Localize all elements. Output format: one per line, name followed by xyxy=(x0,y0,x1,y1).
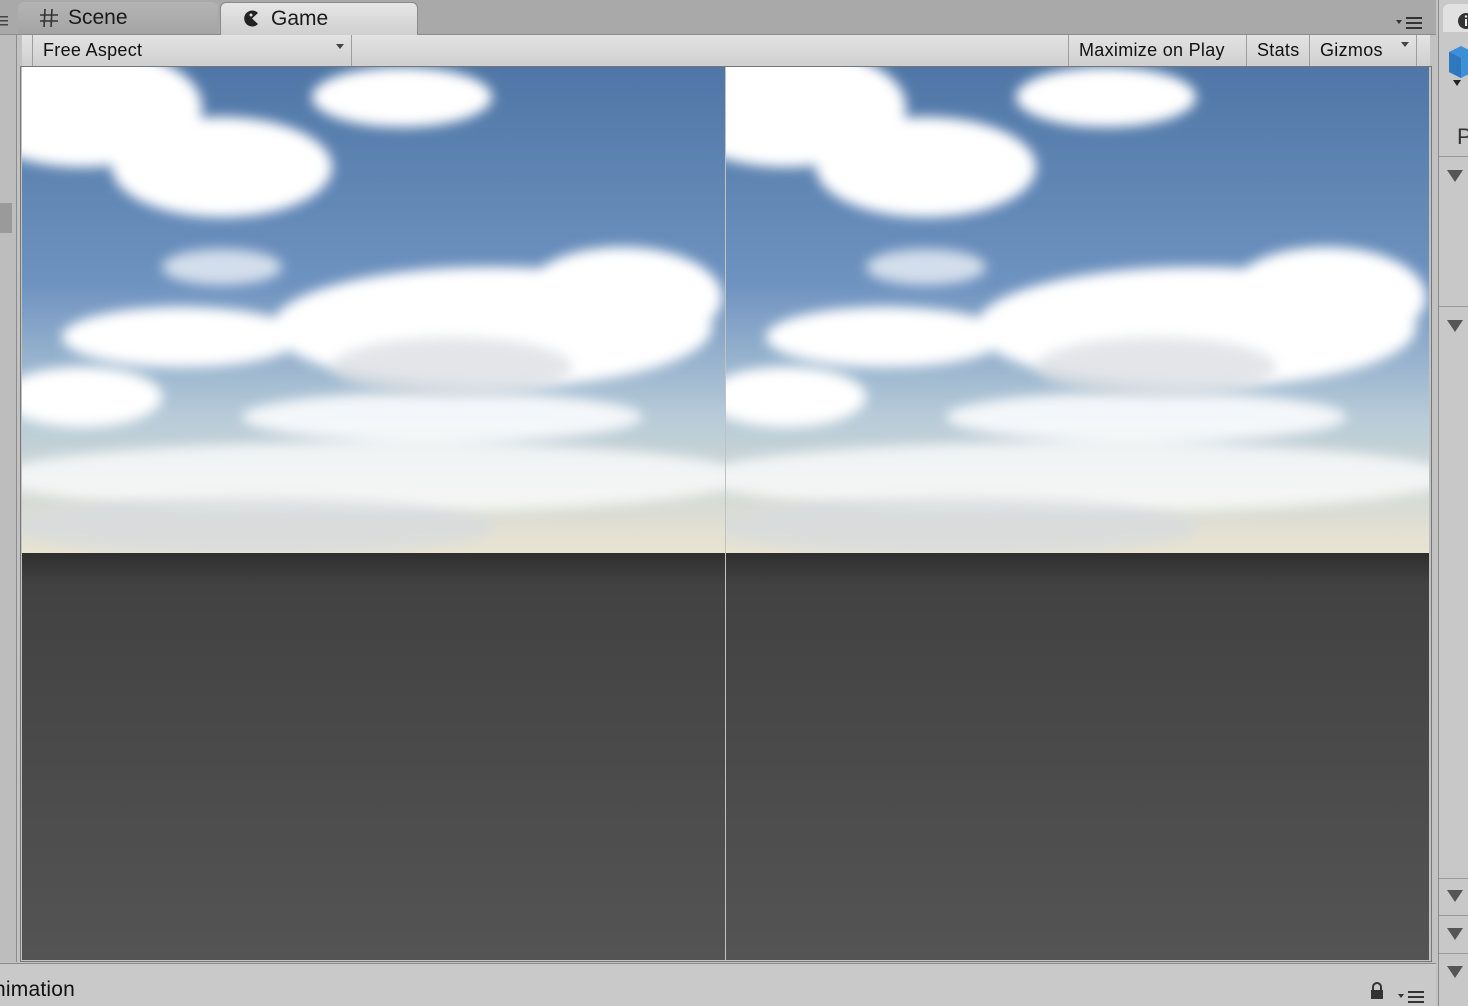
inspector-panel-edge: P xyxy=(1438,0,1468,1006)
maximize-on-play-toggle[interactable]: Maximize on Play xyxy=(1068,35,1246,66)
tab-bar: Scene Game xyxy=(0,0,1436,35)
dropdown-arrow-icon[interactable] xyxy=(1400,41,1410,49)
panel-menu-icon[interactable] xyxy=(1396,988,1428,1004)
info-icon xyxy=(1458,13,1468,29)
prefab-cube-icon xyxy=(1449,46,1468,86)
maximize-on-play-label: Maximize on Play xyxy=(1079,40,1225,60)
divider xyxy=(1439,878,1468,879)
stats-label: Stats xyxy=(1257,40,1300,60)
game-viewport-right-eye[interactable] xyxy=(726,67,1429,960)
unity-editor-window: Scene Game Free Aspect Maximize on Play … xyxy=(0,0,1468,1006)
dropdown-arrow-icon xyxy=(336,44,344,49)
divider xyxy=(1439,953,1468,954)
grid-hash-icon xyxy=(40,8,58,28)
foldout-arrow-icon[interactable] xyxy=(1446,888,1464,904)
tab-game[interactable]: Game xyxy=(220,2,418,35)
divider xyxy=(1439,306,1468,307)
stats-toggle[interactable]: Stats xyxy=(1246,35,1309,66)
left-scrollbar-thumb[interactable] xyxy=(0,203,12,233)
game-viewport-left-eye[interactable] xyxy=(22,67,725,960)
foldout-arrow-icon[interactable] xyxy=(1446,964,1464,980)
foldout-arrow-icon[interactable] xyxy=(1446,318,1464,334)
gizmos-label: Gizmos xyxy=(1320,40,1383,60)
skybox-render xyxy=(726,67,1429,960)
game-view-toolbar: Free Aspect Maximize on Play Stats Gizmo… xyxy=(22,35,1430,67)
lock-icon[interactable] xyxy=(1370,982,1384,1000)
foldout-arrow-icon[interactable] xyxy=(1446,168,1464,184)
animation-panel-title: nimation xyxy=(0,978,75,1001)
divider xyxy=(1439,156,1468,157)
pacman-icon xyxy=(244,10,258,27)
panel-menu-icon[interactable] xyxy=(1394,14,1426,30)
aspect-ratio-dropdown[interactable]: Free Aspect xyxy=(32,35,352,66)
gizmos-toggle[interactable]: Gizmos xyxy=(1309,35,1417,66)
tab-game-label: Game xyxy=(271,7,329,30)
left-panel-edge xyxy=(0,35,17,962)
divider xyxy=(1439,915,1468,916)
panel-menu-icon[interactable] xyxy=(0,14,10,26)
skybox-render xyxy=(22,67,725,960)
aspect-ratio-label: Free Aspect xyxy=(43,40,143,60)
animation-panel-tab[interactable]: nimation xyxy=(0,963,1436,1006)
inspector-tab[interactable] xyxy=(1443,4,1468,32)
inspector-object-name: P xyxy=(1457,124,1468,149)
foldout-arrow-icon[interactable] xyxy=(1446,926,1464,942)
tab-scene[interactable]: Scene xyxy=(18,2,218,34)
tab-scene-label: Scene xyxy=(68,6,128,29)
